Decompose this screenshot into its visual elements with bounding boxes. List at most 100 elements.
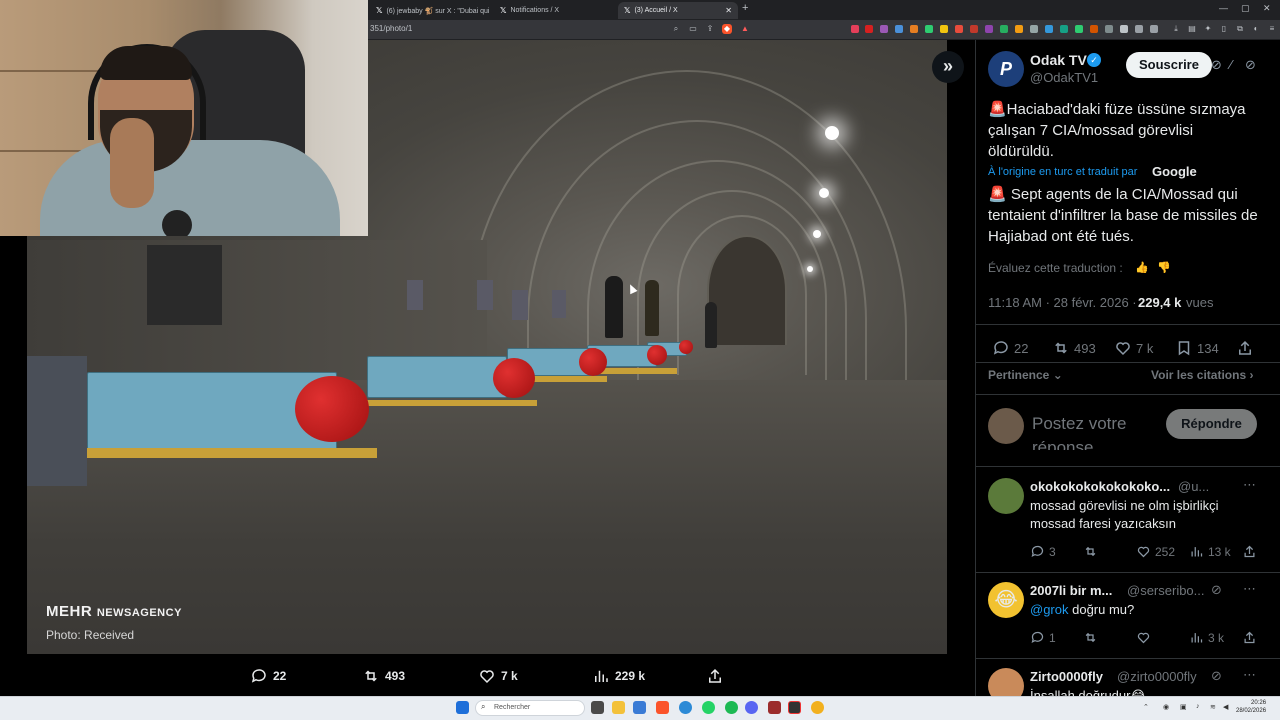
extension-icon[interactable] [955,25,963,33]
discord-icon[interactable] [745,701,758,714]
photo-share-button[interactable] [706,667,724,685]
extension-icon[interactable] [1120,25,1128,33]
share-icon[interactable]: ⇪ [705,24,715,34]
comment-author-handle[interactable]: @u... [1178,479,1209,494]
sort-dropdown[interactable]: Pertinence ⌄ [988,368,1063,382]
subscribe-button[interactable]: Souscrire [1126,52,1212,78]
comment-avatar[interactable] [988,478,1024,514]
photo-repost-button[interactable]: 493 [362,667,405,685]
extension-icon[interactable] [865,25,873,33]
brave-browser-icon[interactable] [656,701,669,714]
extension-icon[interactable] [925,25,933,33]
brave-shield-icon[interactable]: ◆ [722,24,732,34]
comment-share-button[interactable] [1242,630,1257,645]
maximize-button[interactable]: ▢ [1241,3,1250,14]
comment-repost-button[interactable] [1083,630,1098,645]
comment-share-button[interactable] [1242,544,1257,559]
tweet-timestamp[interactable]: 11:18 AM · 28 févr. 2026 · [988,295,1137,310]
minimize-button[interactable]: — [1219,3,1228,13]
new-tab-button[interactable]: + [742,2,748,14]
comment-reply-button[interactable]: 3 [1030,544,1056,559]
extension-icon[interactable] [1060,25,1068,33]
taskbar-search[interactable]: Rechercher [475,700,585,716]
share-button[interactable] [1236,339,1254,357]
like-button[interactable]: 7 k [1114,339,1153,357]
view-quotes-link[interactable]: Voir les citations › [1151,368,1253,382]
thumbs-down-icon[interactable]: 👎 [1157,261,1171,274]
tray-chevron-icon[interactable]: ⌃ [1143,703,1149,711]
zoom-icon[interactable]: ⌕ [671,24,681,34]
extension-icon[interactable] [1030,25,1038,33]
author-avatar[interactable]: P [988,51,1024,87]
thumbs-up-icon[interactable]: 👍 [1135,261,1149,274]
bookmark-icon[interactable]: ✦ [1203,24,1213,34]
translation-note[interactable]: À l'origine en turc et traduit par [988,166,1137,178]
obs-icon[interactable] [788,701,801,714]
comment-views-button[interactable]: 3 k [1189,630,1224,645]
extension-icon[interactable] [970,25,978,33]
author-name[interactable]: Odak TV [1030,52,1087,68]
extension-icon[interactable] [1075,25,1083,33]
task-view-icon[interactable] [591,701,604,714]
browser-tab[interactable]: 𝕏 (6) jewbaby 🐒 sur X : "Dubai qui en [370,2,490,19]
photo-like-button[interactable]: 7 k [478,667,518,685]
comment-author-handle[interactable]: @zirto0000fly [1117,669,1197,684]
extension-icon[interactable] [895,25,903,33]
comment-like-button[interactable]: 252 [1136,544,1175,559]
more-options-icon[interactable]: ⋯ [1243,581,1256,597]
more-icon[interactable]: ⁄ [1230,57,1232,72]
extension-icon[interactable] [1045,25,1053,33]
wallet-icon[interactable]: ▤ [1187,24,1197,34]
extension-icon[interactable] [851,25,859,33]
whatsapp-icon[interactable] [702,701,715,714]
extension-icon[interactable] [1090,25,1098,33]
windows-start-icon[interactable] [456,701,469,714]
comment-views-button[interactable]: 13 k [1189,544,1231,559]
extension-icon[interactable] [910,25,918,33]
tray-app-icon[interactable]: ▣ [1180,703,1187,711]
cast-icon[interactable]: ▭ [688,24,698,34]
grok-icon[interactable]: ⊘ [1211,668,1222,684]
download-icon[interactable]: ⤓ [1171,24,1181,34]
more-options-icon[interactable]: ⋯ [1243,477,1256,493]
extension-icon[interactable] [1000,25,1008,33]
microphone-icon[interactable]: ♪ [1196,703,1200,710]
browser-tab-active[interactable]: 𝕏 (3) Accueil / X ✕ [618,2,738,19]
extension-icon[interactable] [1015,25,1023,33]
mention-link[interactable]: @grok [1030,602,1069,617]
wifi-icon[interactable]: ≋ [1210,703,1216,711]
user-avatar[interactable] [988,408,1024,444]
extension-icon[interactable] [1135,25,1143,33]
app-icon[interactable] [679,701,692,714]
close-tab-icon[interactable]: ✕ [725,6,732,15]
brave-rewards-icon[interactable]: ▲ [740,24,750,34]
comment-author-handle[interactable]: @serseribo... [1127,583,1205,598]
comment-avatar[interactable]: 😂 [988,582,1024,618]
block-icon[interactable]: ⊘ [1245,57,1256,73]
menu-icon[interactable]: ≡ [1267,24,1277,34]
spotify-icon[interactable] [725,701,738,714]
comment-author-name[interactable]: okokokokokokokoko... [1030,479,1170,494]
extension-icon[interactable] [985,25,993,33]
browser-tab[interactable]: 𝕏 Notifications / X [494,2,614,19]
volume-icon[interactable]: ◀ [1223,703,1228,711]
grok-icon[interactable]: ⊘ [1211,582,1222,598]
grok-icon[interactable]: ⊘ [1211,57,1222,73]
comment-like-button[interactable] [1136,630,1151,645]
comment-author-name[interactable]: 2007li bir m... [1030,583,1112,598]
app-icon[interactable] [768,701,781,714]
file-explorer-icon[interactable] [612,701,625,714]
repost-button[interactable]: 493 [1052,339,1096,357]
close-window-button[interactable]: ✕ [1263,3,1271,14]
url-field[interactable]: 351/photo/1 [370,24,412,33]
more-options-icon[interactable]: ⋯ [1243,667,1256,683]
extension-icon[interactable] [1105,25,1113,33]
profile-icon[interactable]: ◐ [1251,24,1261,34]
reply-submit-button[interactable]: Répondre [1166,409,1257,439]
network-icon[interactable]: ◉ [1163,703,1169,711]
author-handle[interactable]: @OdakTV1 [1030,70,1098,85]
extension-icon[interactable] [1150,25,1158,33]
expand-panel-button[interactable]: » [932,51,964,83]
photo-views-button[interactable]: 229 k [592,667,645,685]
system-clock[interactable]: 20:26 28/02/2026 [1236,699,1266,715]
